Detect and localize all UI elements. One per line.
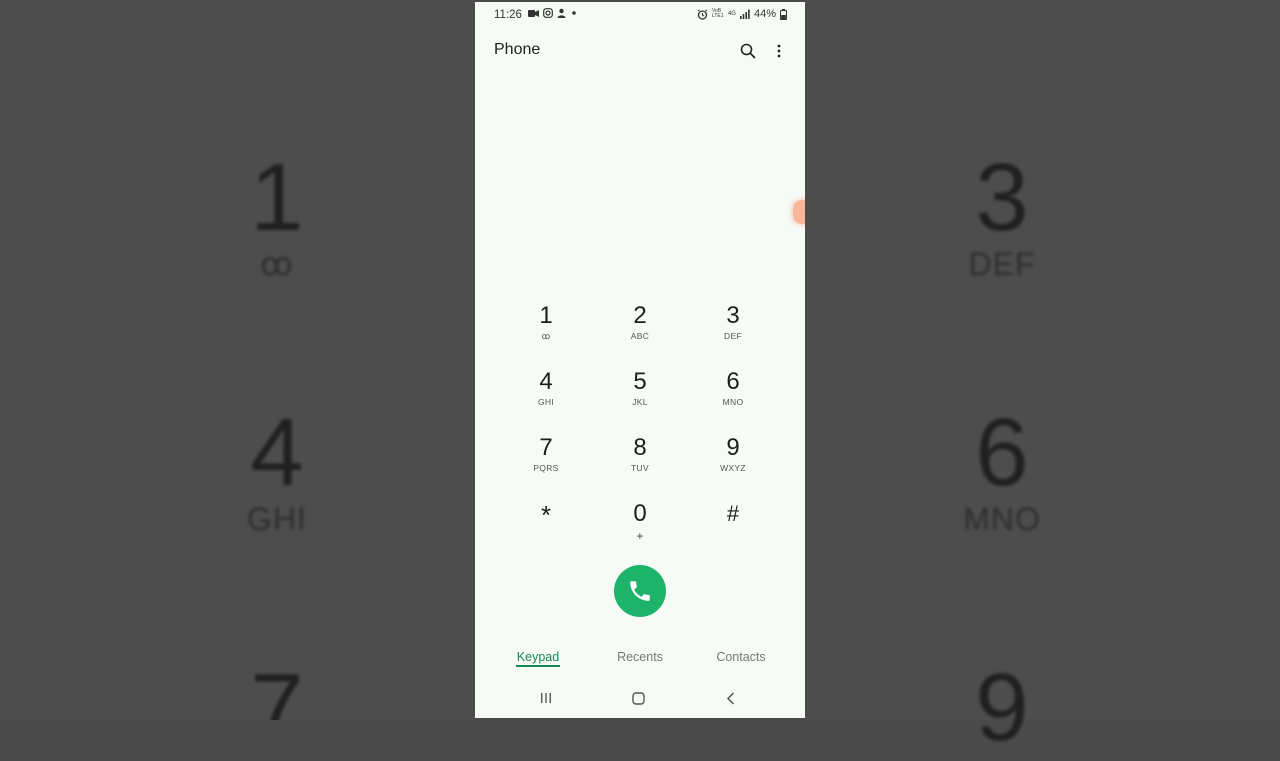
- key-9[interactable]: 9 WXYZ: [686, 434, 780, 494]
- background-blur-right: [805, 0, 1280, 720]
- recent-apps-icon: [541, 693, 551, 703]
- bg-key-digit: 4: [250, 399, 304, 506]
- instagram-icon: [543, 8, 553, 18]
- key-letters: DEF: [724, 331, 742, 341]
- back-icon: [726, 691, 735, 705]
- search-button[interactable]: [736, 39, 760, 63]
- key-digit: 0: [633, 500, 647, 527]
- bg-key-digit: 3: [975, 144, 1029, 251]
- key-6[interactable]: 6 MNO: [686, 368, 780, 428]
- key-star[interactable]: *: [499, 500, 593, 560]
- key-digit: 3: [726, 302, 740, 329]
- bg-key-digit: 7: [250, 654, 304, 721]
- search-icon: [740, 43, 756, 59]
- home-button[interactable]: [623, 686, 653, 710]
- bg-key-digit: 1: [250, 144, 304, 251]
- key-plus: +: [636, 529, 644, 543]
- key-digit: #: [726, 501, 740, 526]
- phone-icon: [630, 581, 650, 601]
- call-button[interactable]: [614, 565, 666, 617]
- status-notification-icons: [528, 8, 577, 18]
- key-digit: 1: [539, 302, 553, 329]
- key-digit: 2: [633, 302, 647, 329]
- bottom-tabs: Keypad Recents Contacts: [475, 650, 805, 672]
- phone-screen: 11:26 VoB LTE1 4G 44% Phone 1 ꝏ 2 ABC 3 …: [475, 2, 805, 718]
- system-nav-bar: [475, 686, 805, 710]
- key-5[interactable]: 5 JKL: [593, 368, 687, 428]
- battery-percent: 44%: [753, 8, 776, 20]
- battery-icon: [780, 8, 787, 20]
- account-icon: [557, 8, 566, 18]
- volte-indicator: VoB LTE1: [711, 8, 724, 19]
- dot-icon: [572, 11, 576, 15]
- bg-key-7: 7: [207, 654, 347, 721]
- key-digit: 4: [539, 368, 553, 395]
- voicemail-icon: ꝏ: [541, 331, 551, 341]
- video-call-icon: [528, 9, 539, 17]
- status-bar: 11:26 VoB LTE1 4G 44%: [475, 2, 805, 28]
- key-8[interactable]: 8 TUV: [593, 434, 687, 494]
- key-letters: GHI: [537, 397, 554, 407]
- network-type-indicator: 4G: [727, 11, 736, 17]
- tab-recents[interactable]: Recents: [612, 650, 668, 664]
- bg-key-4: 4 GHI: [207, 399, 347, 538]
- tab-keypad[interactable]: Keypad: [516, 650, 560, 664]
- key-letters: JKL: [632, 397, 648, 407]
- bg-key-letters: DEF: [968, 246, 1036, 282]
- back-button[interactable]: [716, 686, 746, 710]
- key-3[interactable]: 3 DEF: [686, 302, 780, 362]
- key-digit: 5: [633, 368, 647, 395]
- key-hash[interactable]: #: [686, 500, 780, 560]
- bg-key-1: 1 ꝏ: [207, 144, 347, 283]
- signal-icon: [739, 9, 750, 19]
- key-letters: PQRS: [533, 463, 559, 473]
- bg-key-digit: 9: [975, 654, 1029, 761]
- bg-key-letters: GHI: [247, 501, 307, 537]
- bg-key-6: 6 MNO: [932, 399, 1072, 538]
- key-letters: WXYZ: [720, 463, 746, 473]
- key-7[interactable]: 7 PQRS: [499, 434, 593, 494]
- bg-key-digit: 6: [975, 399, 1029, 506]
- key-letters: MNO: [722, 397, 744, 407]
- key-digit: 6: [726, 368, 740, 395]
- tab-contacts[interactable]: Contacts: [711, 650, 771, 664]
- bg-key-letters: MNO: [963, 501, 1041, 537]
- more-vertical-icon: [777, 44, 781, 58]
- recent-apps-button[interactable]: [531, 686, 561, 710]
- bg-key-9: 9: [932, 660, 1072, 756]
- key-digit: 7: [539, 434, 553, 461]
- active-tab-indicator: [516, 665, 560, 667]
- voicemail-icon: ꝏ: [260, 246, 294, 282]
- page-title: Phone: [494, 41, 541, 58]
- key-letters: TUV: [631, 463, 649, 473]
- key-0[interactable]: 0 +: [593, 500, 687, 560]
- key-digit: 8: [633, 434, 647, 461]
- edge-panel-handle[interactable]: [793, 200, 805, 224]
- bg-key-3: 3 DEF: [932, 144, 1072, 283]
- key-letters: ABC: [630, 331, 650, 341]
- more-options-button[interactable]: [767, 39, 791, 63]
- status-time: 11:26: [494, 9, 522, 21]
- key-digit: *: [540, 500, 552, 530]
- background-blur-left: 1 ꝏ 4 GHI 7: [0, 0, 475, 720]
- alarm-icon: [697, 8, 708, 20]
- key-digit: 9: [726, 434, 740, 461]
- status-system-icons: VoB LTE1 4G 44%: [697, 8, 787, 20]
- key-4[interactable]: 4 GHI: [499, 368, 593, 428]
- home-icon: [631, 691, 645, 705]
- key-2[interactable]: 2 ABC: [593, 302, 687, 362]
- key-1[interactable]: 1 ꝏ: [499, 302, 593, 362]
